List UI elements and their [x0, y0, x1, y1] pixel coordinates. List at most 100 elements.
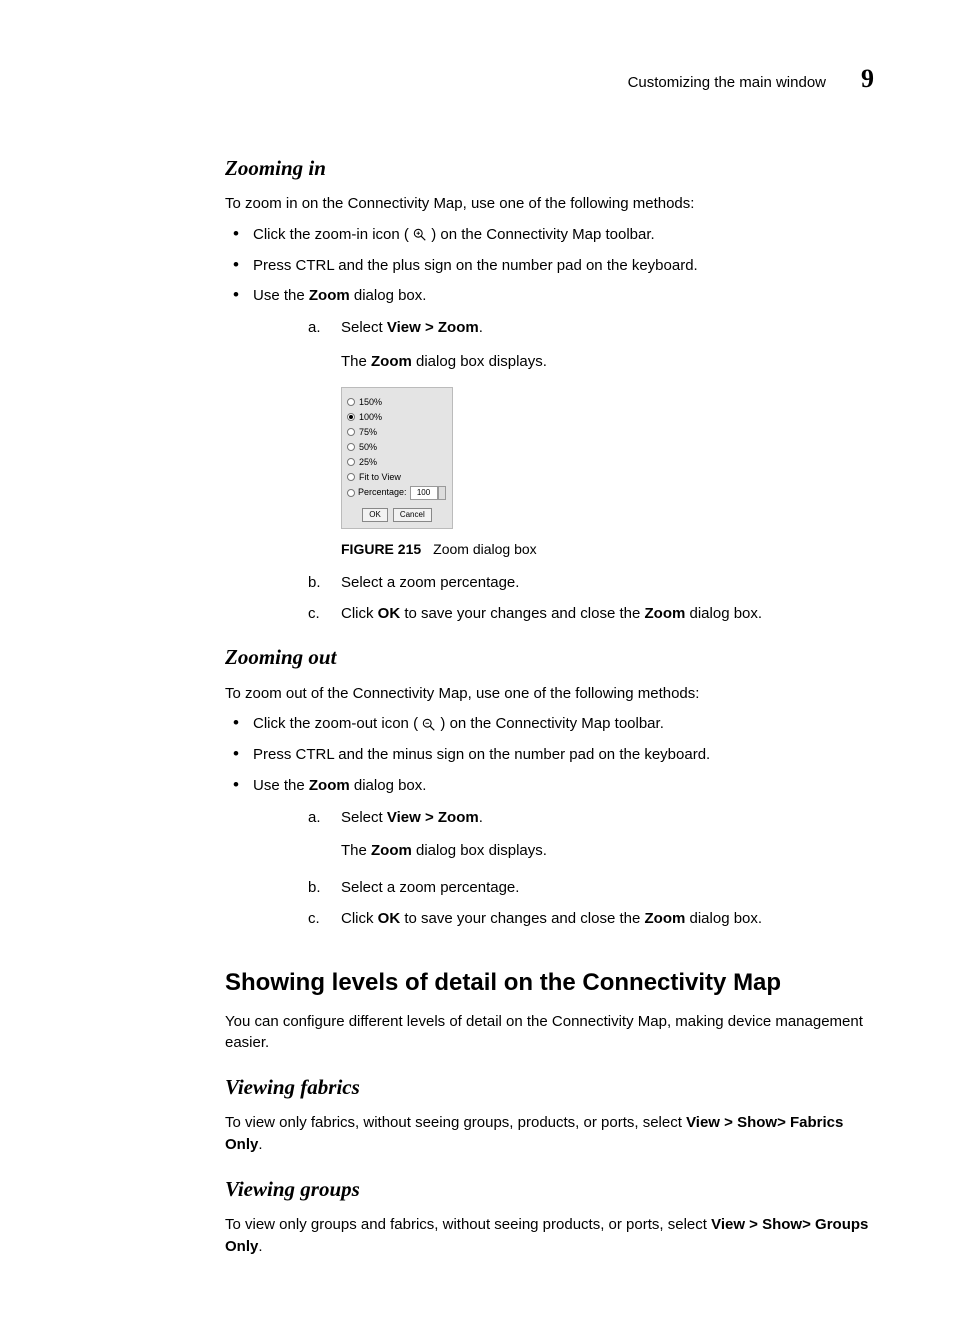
bullet-list-zoom-out: Click the zoom-out icon ( ) on the Conne… [225, 713, 874, 929]
step-text: Select View > Zoom. The Zoom dialog box … [341, 807, 547, 869]
text: To view only fabrics, without seeing gro… [225, 1114, 686, 1131]
text: ) on the Connectivity Map toolbar. [431, 226, 654, 243]
bold-text: Zoom [309, 287, 350, 304]
zoom-in-icon [413, 228, 427, 242]
step-text: Select View > Zoom. The Zoom dialog box … [341, 317, 547, 563]
radio-icon [347, 398, 355, 406]
bold-text: View > Zoom [387, 319, 479, 336]
para-zoom-in-intro: To zoom in on the Connectivity Map, use … [225, 193, 874, 215]
radio-icon [347, 428, 355, 436]
bold-text: Zoom [371, 842, 412, 859]
step-marker: a. [308, 317, 326, 563]
step-text: Click OK to save your changes and close … [341, 603, 762, 625]
percentage-spinner[interactable]: 100 [410, 486, 438, 500]
zoom-option[interactable]: 100% [347, 411, 447, 424]
text: The [341, 842, 371, 859]
heading-levels: Showing levels of detail on the Connecti… [225, 966, 874, 1001]
bullet-item: Click the zoom-in icon ( ) on the Connec… [225, 224, 874, 246]
bullet-item: Use the Zoom dialog box. a. Select View … [225, 285, 874, 624]
ok-button[interactable]: OK [362, 508, 388, 522]
text: Click [341, 910, 378, 927]
option-label: 150% [359, 396, 382, 409]
text: . [479, 319, 483, 336]
heading-zooming-in: Zooming in [225, 153, 874, 183]
radio-icon [347, 489, 355, 497]
text: Press CTRL and the minus sign on the num… [253, 746, 710, 763]
para-groups: To view only groups and fabrics, without… [225, 1214, 874, 1258]
zoom-option[interactable]: 75% [347, 426, 447, 439]
text: To view only groups and fabrics, without… [225, 1216, 711, 1233]
heading-fabrics: Viewing fabrics [225, 1072, 874, 1102]
zoom-option[interactable]: 150% [347, 396, 447, 409]
text: dialog box. [350, 287, 427, 304]
figure-caption-text: Zoom dialog box [433, 541, 537, 557]
text: dialog box. [350, 777, 427, 794]
step-text: Click OK to save your changes and close … [341, 908, 762, 930]
text: Press CTRL and the plus sign on the numb… [253, 257, 698, 274]
text: dialog box. [685, 605, 762, 622]
radio-icon [347, 458, 355, 466]
step-marker: a. [308, 807, 326, 869]
text: Click the zoom-in icon ( [253, 226, 409, 243]
zoom-option[interactable]: 25% [347, 456, 447, 469]
text: . [479, 809, 483, 826]
step-marker: b. [308, 877, 326, 899]
text: ) on the Connectivity Map toolbar. [440, 715, 663, 732]
text: Use the [253, 287, 309, 304]
figure-number: FIGURE 215 [341, 541, 421, 557]
radio-icon [347, 443, 355, 451]
text: Select [341, 809, 387, 826]
figure-caption: FIGURE 215 Zoom dialog box [341, 539, 547, 559]
percentage-label: Percentage: [358, 486, 407, 499]
text: . [258, 1238, 262, 1255]
running-title: Customizing the main window [628, 72, 826, 94]
chapter-number: 9 [861, 60, 874, 98]
text: . [258, 1136, 262, 1153]
step-marker: c. [308, 603, 326, 625]
zoom-option[interactable]: 50% [347, 441, 447, 454]
step-marker: c. [308, 908, 326, 930]
option-label: 100% [359, 411, 382, 424]
bold-text: Zoom [645, 605, 686, 622]
zoom-out-icon [422, 718, 436, 732]
text: dialog box. [685, 910, 762, 927]
text: dialog box displays. [412, 842, 547, 859]
running-header: Customizing the main window 9 [110, 60, 874, 98]
text: dialog box displays. [412, 353, 547, 370]
text: Click the zoom-out icon ( [253, 715, 418, 732]
bullet-item: Use the Zoom dialog box. a. Select View … [225, 775, 874, 930]
sub-steps: a. Select View > Zoom. The Zoom dialog b… [253, 317, 874, 624]
option-label: 50% [359, 441, 377, 454]
bullet-item: Press CTRL and the minus sign on the num… [225, 744, 874, 766]
zoom-option-percentage[interactable]: Percentage: 100 [347, 486, 447, 500]
zoom-dialog-box: 150% 100% 75% 50% 25% Fit to View Percen… [341, 387, 453, 529]
bold-text: Zoom [309, 777, 350, 794]
bullet-item: Click the zoom-out icon ( ) on the Conne… [225, 713, 874, 735]
step-text: Select a zoom percentage. [341, 877, 519, 899]
text: Select [341, 319, 387, 336]
step-text: Select a zoom percentage. [341, 572, 519, 594]
para-levels-intro: You can configure different levels of de… [225, 1011, 874, 1055]
text: to save your changes and close the [400, 910, 644, 927]
text: to save your changes and close the [400, 605, 644, 622]
bold-text: Zoom [371, 353, 412, 370]
step-result: The Zoom dialog box displays. [341, 840, 547, 862]
bold-text: OK [378, 605, 401, 622]
bullet-list-zoom-in: Click the zoom-in icon ( ) on the Connec… [225, 224, 874, 624]
sub-steps: a. Select View > Zoom. The Zoom dialog b… [253, 807, 874, 930]
option-label: 75% [359, 426, 377, 439]
radio-icon [347, 413, 355, 421]
zoom-option[interactable]: Fit to View [347, 471, 447, 484]
bullet-item: Press CTRL and the plus sign on the numb… [225, 255, 874, 277]
text: Use the [253, 777, 309, 794]
radio-icon [347, 473, 355, 481]
option-label: Fit to View [359, 471, 401, 484]
text: Click [341, 605, 378, 622]
bold-text: OK [378, 910, 401, 927]
para-fabrics: To view only fabrics, without seeing gro… [225, 1112, 874, 1156]
step-result: The Zoom dialog box displays. [341, 351, 547, 373]
text: The [341, 353, 371, 370]
cancel-button[interactable]: Cancel [393, 508, 432, 522]
bold-text: Zoom [645, 910, 686, 927]
para-zoom-out-intro: To zoom out of the Connectivity Map, use… [225, 683, 874, 705]
